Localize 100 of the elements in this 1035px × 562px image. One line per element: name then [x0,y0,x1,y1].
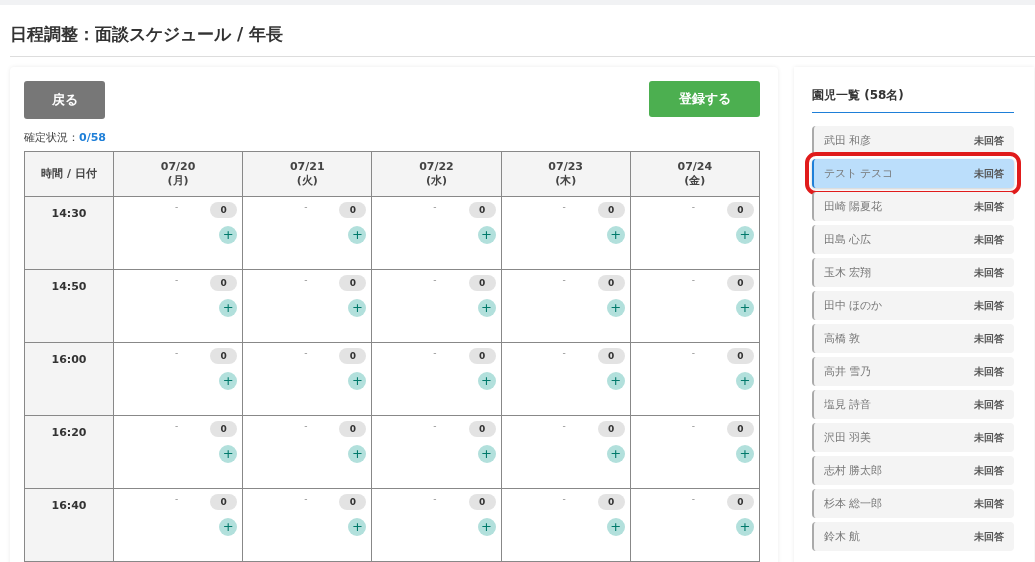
count-badge: 0 [468,348,496,364]
add-button[interactable]: + [219,518,238,536]
count-badge: 0 [597,348,625,364]
slot-note: - [691,348,695,358]
count-badge: 0 [339,348,367,364]
count-badge: 0 [468,421,496,437]
count-badge: 0 [339,421,367,437]
slot-note: - [433,494,437,504]
count-badge: 0 [727,348,754,364]
count-badge: 0 [210,421,238,437]
add-button[interactable]: + [348,299,367,317]
count-badge: 0 [210,202,238,218]
child-list-item[interactable]: 高井 雪乃 未回答 [812,357,1014,386]
time-cell: 14:50 [24,269,114,343]
child-list-item[interactable]: 田島 心広 未回答 [812,225,1014,254]
add-button[interactable]: + [348,226,367,244]
slot-note: - [304,348,308,358]
slot-note: - [304,275,308,285]
count-badge: 0 [597,275,625,291]
time-cell: 16:00 [24,342,114,416]
add-button[interactable]: + [348,518,367,536]
add-button[interactable]: + [219,299,238,317]
count-badge: 0 [597,202,625,218]
add-button[interactable]: + [606,226,625,244]
add-button[interactable]: + [219,226,238,244]
count-badge: 0 [727,494,754,510]
slot-note: - [691,202,695,212]
date-header: 07/21 (火) [242,151,372,197]
slot-note: - [691,421,695,431]
child-list-item[interactable]: 沢田 羽美 未回答 [812,423,1014,452]
add-button[interactable]: + [477,299,496,317]
slot-note: - [304,421,308,431]
count-badge: 0 [468,494,496,510]
slot-note: - [562,275,566,285]
child-list-item[interactable]: 志村 勝太郎 未回答 [812,456,1014,485]
sidebar-title: 園児一覧 (58名) [812,81,1014,113]
count-badge: 0 [468,202,496,218]
add-button[interactable]: + [348,445,367,463]
time-cell: 16:40 [24,488,114,562]
count-badge: 0 [468,275,496,291]
add-button[interactable]: + [477,518,496,536]
add-button[interactable]: + [606,518,625,536]
add-button[interactable]: + [606,299,625,317]
count-badge: 0 [597,421,625,437]
add-button[interactable]: + [219,372,238,390]
add-button[interactable]: + [477,445,496,463]
slot-note: - [562,494,566,504]
slot-note: - [433,421,437,431]
child-list-item[interactable]: 田中 ほのか 未回答 [812,291,1014,320]
header-cell: 時間 / 日付 [24,151,114,197]
count-badge: 0 [210,275,238,291]
slot-note: - [562,421,566,431]
add-button[interactable]: + [736,445,754,463]
page-title: 日程調整：面談スケジュール / 年長 [10,5,1035,57]
count-badge: 0 [339,202,367,218]
slot-note: - [562,202,566,212]
date-header: 07/22 (水) [371,151,502,197]
child-list-item[interactable]: 高橋 敦 未回答 [812,324,1014,353]
count-badge: 0 [210,348,238,364]
add-button[interactable]: + [477,372,496,390]
slot-note: - [691,275,695,285]
register-button[interactable]: 登録する [649,81,760,117]
status-value: 0/58 [79,131,106,144]
slot-note: - [174,348,179,358]
time-cell: 14:30 [24,196,114,270]
child-list-item[interactable]: 田崎 陽夏花 未回答 [812,192,1014,221]
child-list-item[interactable]: 鈴木 航 未回答 [812,522,1014,551]
count-badge: 0 [210,494,238,510]
slot-note: - [174,202,179,212]
add-button[interactable]: + [606,372,625,390]
count-badge: 0 [727,202,754,218]
add-button[interactable]: + [736,299,754,317]
count-badge: 0 [339,275,367,291]
add-button[interactable]: + [606,445,625,463]
date-header: 07/20 (月) [113,151,243,197]
add-button[interactable]: + [348,372,367,390]
add-button[interactable]: + [736,226,754,244]
date-header: 07/23 (木) [501,151,631,197]
add-button[interactable]: + [736,372,754,390]
count-badge: 0 [727,421,754,437]
time-cell: 16:20 [24,415,114,489]
count-badge: 0 [727,275,754,291]
slot-note: - [433,202,437,212]
slot-note: - [304,494,308,504]
slot-note: - [174,421,179,431]
add-button[interactable]: + [219,445,238,463]
slot-note: - [174,275,179,285]
count-badge: 0 [339,494,367,510]
slot-note: - [691,494,695,504]
add-button[interactable]: + [736,518,754,536]
add-button[interactable]: + [477,226,496,244]
child-list-item[interactable]: 塩見 詩音 未回答 [812,390,1014,419]
back-button[interactable]: 戻る [24,81,105,119]
slot-note: - [304,202,308,212]
child-list-item[interactable]: 杉本 総一郎 未回答 [812,489,1014,518]
slot-note: - [433,348,437,358]
slot-note: - [433,275,437,285]
count-badge: 0 [597,494,625,510]
child-list-item[interactable]: 玉木 宏翔 未回答 [812,258,1014,287]
slot-note: - [174,494,179,504]
